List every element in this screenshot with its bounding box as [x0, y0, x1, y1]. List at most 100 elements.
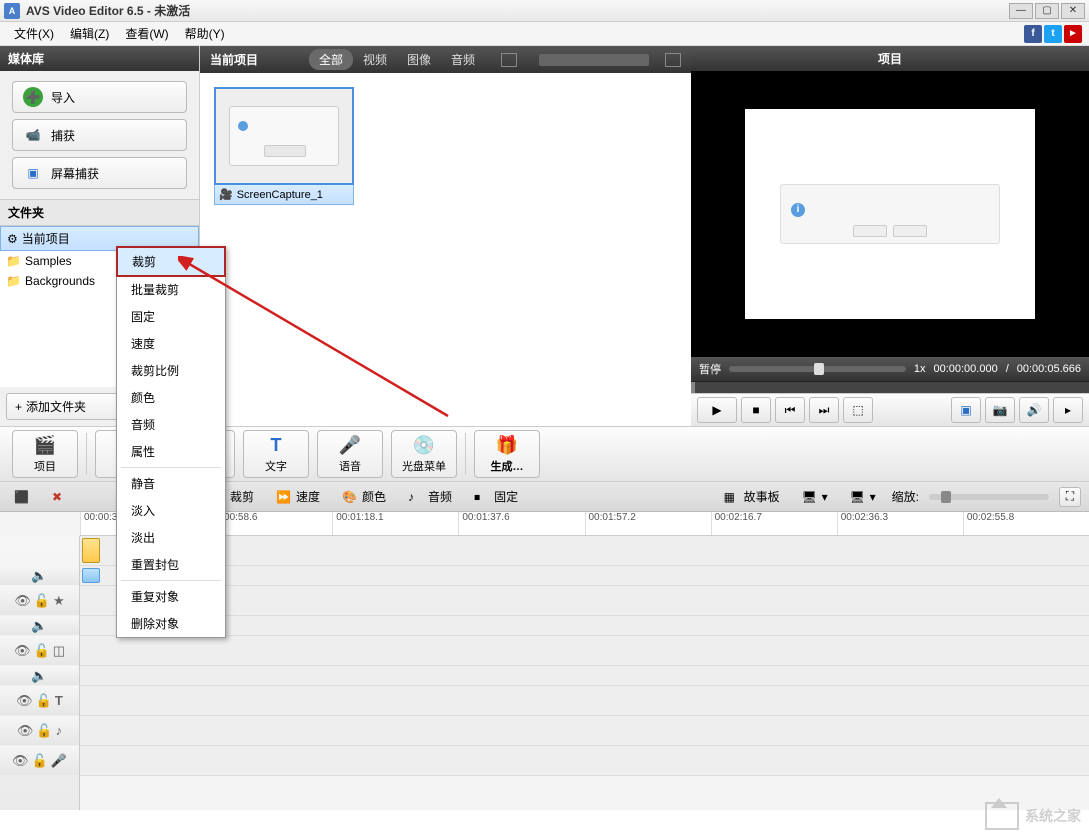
menu-file[interactable]: 文件(X) — [6, 25, 62, 42]
tl-storyboard[interactable]: ▦故事板 — [718, 486, 786, 507]
speaker-icon: 🔈 — [31, 568, 47, 584]
window-title: AVS Video Editor 6.5 - 未激活 — [26, 2, 1009, 19]
monitor-icon: 🖥 — [802, 490, 818, 504]
minimize-button[interactable]: — — [1009, 3, 1033, 19]
fit-button[interactable]: ⛶ — [1059, 487, 1081, 507]
play-button[interactable]: ▶ — [697, 397, 737, 423]
next-frame-button[interactable]: ⏭ — [809, 397, 839, 423]
tl-stabilize[interactable]: ⏹固定 — [468, 486, 524, 507]
tl-preview2[interactable]: 🖥▾ — [844, 488, 882, 506]
context-menu-item[interactable]: 淡入 — [117, 497, 225, 524]
context-menu-item[interactable]: 裁剪比例 — [117, 357, 225, 384]
capture-button[interactable]: 📹捕获 — [12, 119, 187, 151]
fx-icon: ★ — [53, 593, 65, 609]
tab-image[interactable]: 图像 — [397, 49, 441, 70]
twitter-icon[interactable]: t — [1044, 25, 1062, 43]
tl-color[interactable]: 🎨颜色 — [336, 486, 392, 507]
context-menu-item[interactable]: 淡出 — [117, 524, 225, 551]
view-small-icon[interactable] — [501, 53, 517, 67]
tl-delete[interactable]: ✖ — [46, 488, 74, 506]
seek-bar[interactable] — [691, 381, 1089, 393]
tab-video[interactable]: 视频 — [353, 49, 397, 70]
eye-icon: 👁 — [16, 693, 33, 709]
speed-label: 1x — [914, 363, 926, 375]
folder-icon: 📁 — [6, 254, 21, 268]
menu-edit[interactable]: 编辑(Z) — [62, 25, 117, 42]
mic-icon: 🎤 — [51, 753, 67, 769]
context-menu-item[interactable]: 颜色 — [117, 384, 225, 411]
tl-speed[interactable]: ⏩速度 — [270, 486, 326, 507]
text-icon: T — [55, 693, 63, 708]
youtube-icon[interactable]: ► — [1064, 25, 1082, 43]
speed-slider[interactable] — [729, 366, 906, 372]
zoom-slider[interactable] — [929, 494, 1049, 500]
storyboard-icon: ▦ — [724, 490, 740, 504]
tl-audio[interactable]: ♪音频 — [402, 486, 458, 507]
menu-view[interactable]: 查看(W) — [117, 25, 176, 42]
split-button[interactable]: ⬚ — [843, 397, 873, 423]
screen-capture-button[interactable]: ▣屏幕捕获 — [12, 157, 187, 189]
tool-produce[interactable]: 🎁生成… — [474, 430, 540, 478]
timeline-ruler[interactable]: 00:00:39.000:00:58.600:01:18.100:01:37.6… — [80, 512, 1089, 536]
close-button[interactable]: ✕ — [1061, 3, 1085, 19]
tl-btn-1[interactable]: ⬛ — [8, 488, 36, 506]
tl-preview1[interactable]: 🖥▾ — [796, 488, 834, 506]
titlebar: A AVS Video Editor 6.5 - 未激活 — ▢ ✕ — [0, 0, 1089, 22]
context-menu-item[interactable]: 属性 — [117, 438, 225, 465]
settings-button[interactable]: ▸ — [1053, 397, 1083, 423]
menubar: 文件(X) 编辑(Z) 查看(W) 帮助(Y) f t ► — [0, 22, 1089, 46]
voice-track: 👁🔓🎤 — [0, 746, 1089, 776]
context-menu-item[interactable]: 批量裁剪 — [117, 276, 225, 303]
screen-capture-label: 屏幕捕获 — [51, 165, 99, 182]
context-menu-item[interactable]: 删除对象 — [117, 610, 225, 637]
media-thumbnail[interactable]: 🎥ScreenCapture_1 — [214, 87, 354, 205]
thumbnail-size-slider[interactable] — [539, 54, 649, 66]
video-track-body[interactable] — [80, 536, 1089, 565]
text-icon: T — [271, 435, 282, 456]
tool-text[interactable]: T文字 — [243, 430, 309, 478]
stop-button[interactable]: ■ — [741, 397, 771, 423]
context-menu-item[interactable]: 固定 — [117, 303, 225, 330]
import-button[interactable]: ➕ 导入 — [12, 81, 187, 113]
context-menu-item[interactable]: 裁剪 — [117, 247, 225, 276]
tab-all[interactable]: 全部 — [309, 49, 353, 70]
text-track: 👁🔓T — [0, 686, 1089, 716]
mic-icon: 🎤 — [339, 435, 361, 456]
playback-controls: ▶ ■ ⏮ ⏭ ⬚ ▣ 📷 🔊 ▸ — [691, 393, 1089, 426]
eye-icon: 👁 — [14, 593, 31, 609]
tool-disc-menu[interactable]: 💿光盘菜单 — [391, 430, 457, 478]
context-menu-item[interactable]: 静音 — [117, 470, 225, 497]
menu-help[interactable]: 帮助(Y) — [177, 25, 233, 42]
volume-button[interactable]: 🔊 — [1019, 397, 1049, 423]
lock-icon: 🔓 — [36, 723, 52, 739]
video-clip[interactable] — [82, 538, 100, 563]
tool-project[interactable]: 🎬项目 — [12, 430, 78, 478]
folder-label: 当前项目 — [22, 230, 70, 247]
fullscreen-button[interactable]: ▣ — [951, 397, 981, 423]
snapshot-button[interactable]: 📷 — [985, 397, 1015, 423]
audio-track: 👁🔓♪ — [0, 716, 1089, 746]
thumbnail-image — [214, 87, 354, 185]
view-large-icon[interactable] — [665, 53, 681, 67]
context-menu-item[interactable]: 速度 — [117, 330, 225, 357]
tool-voice[interactable]: 🎤语音 — [317, 430, 383, 478]
maximize-button[interactable]: ▢ — [1035, 3, 1059, 19]
audio-clip[interactable] — [82, 568, 100, 583]
lock-icon: 🔓 — [34, 593, 50, 609]
overlay-icon: ◫ — [53, 643, 65, 659]
folder-label: Samples — [25, 254, 72, 268]
tab-audio[interactable]: 音频 — [441, 49, 485, 70]
thumbnail-name: ScreenCapture_1 — [237, 189, 323, 201]
facebook-icon[interactable]: f — [1024, 25, 1042, 43]
import-label: 导入 — [51, 89, 75, 106]
prev-frame-button[interactable]: ⏮ — [775, 397, 805, 423]
lock-icon: 🔓 — [36, 693, 52, 709]
context-menu-item[interactable]: 重置封包 — [117, 551, 225, 578]
plus-icon: ➕ — [23, 87, 43, 107]
center-header: 当前项目 全部 视频 图像 音频 — [200, 46, 691, 73]
context-menu-item[interactable]: 重复对象 — [117, 583, 225, 610]
context-menu-item[interactable]: 音频 — [117, 411, 225, 438]
media-library-header: 媒体库 — [0, 46, 199, 71]
status-label: 暂停 — [699, 361, 721, 377]
time-total: 00:00:05.666 — [1017, 363, 1081, 375]
